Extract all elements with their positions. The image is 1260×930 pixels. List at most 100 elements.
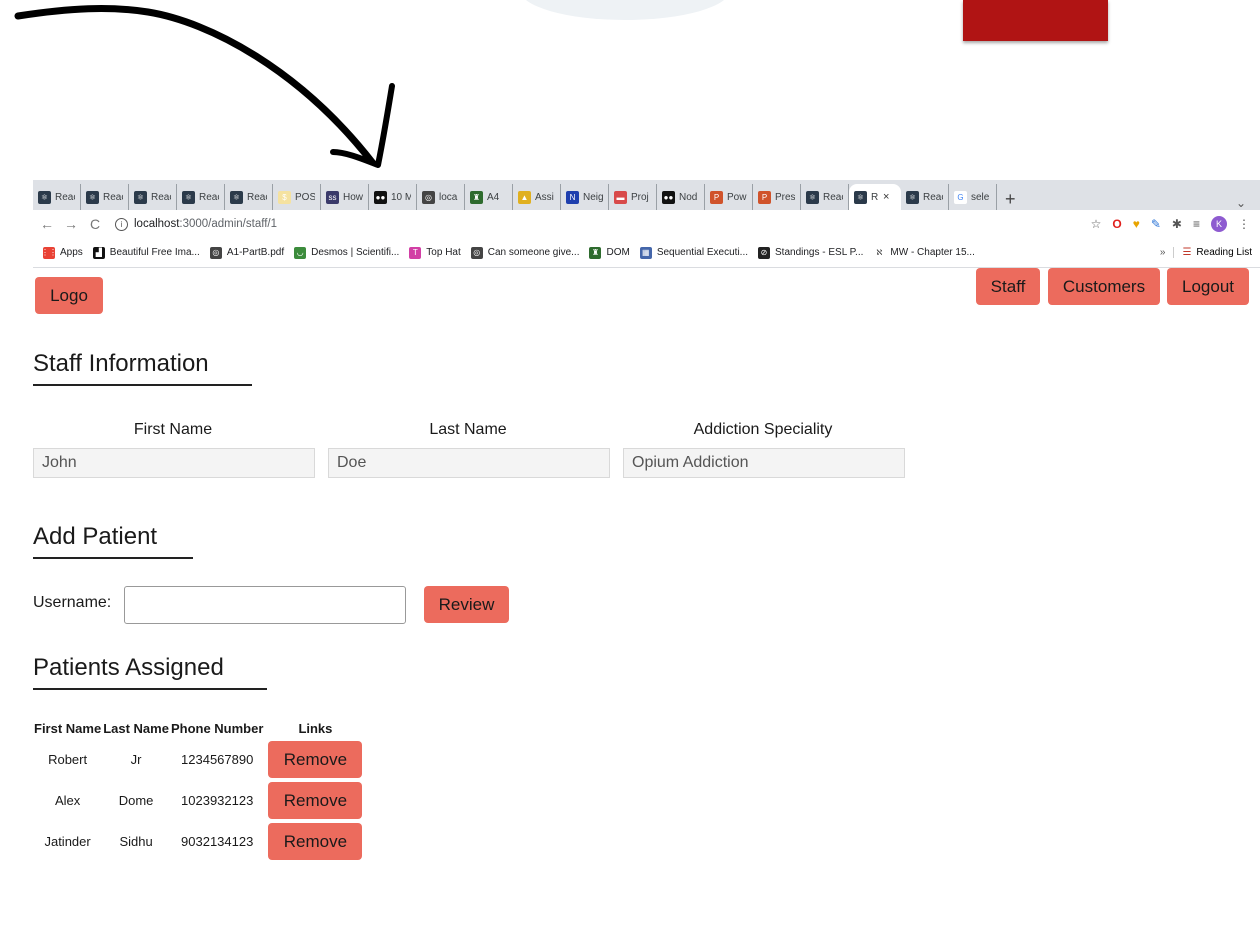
tab-favicon-icon: ss xyxy=(326,190,339,204)
browser-tab[interactable]: ⚛ Reac xyxy=(901,184,949,210)
speciality-field[interactable]: Opium Addiction xyxy=(623,448,905,478)
tab-label: Reac xyxy=(923,191,943,203)
patient-last-cell: Sidhu xyxy=(119,834,153,849)
browser-tab[interactable]: ⚛ Reac xyxy=(225,184,273,210)
app-page: Logo Staff Customers Logout Staff Inform… xyxy=(33,268,1260,930)
bookmark-item[interactable]: ⋮⋮ Apps xyxy=(41,246,83,259)
staff-nav-button[interactable]: Staff xyxy=(976,268,1040,305)
tab-search-icon[interactable]: ⌄ xyxy=(1236,196,1246,210)
bookmark-favicon-icon: ▟ xyxy=(92,246,105,259)
bookmark-item[interactable]: ◎ A1-PartB.pdf xyxy=(209,246,284,259)
reading-list-label: Reading List xyxy=(1196,247,1252,258)
logo-button[interactable]: Logo xyxy=(35,277,103,314)
bookmark-item[interactable]: ◎ Can someone give... xyxy=(470,246,579,259)
table-row: Robert Jr 1234567890 Remove xyxy=(33,739,366,780)
reload-icon[interactable]: C xyxy=(85,216,105,232)
username-label: Username: xyxy=(33,594,112,611)
bookmark-label: Desmos | Scientifi... xyxy=(311,247,400,258)
bookmark-item[interactable]: ◡ Desmos | Scientifi... xyxy=(294,246,400,259)
new-tab-icon[interactable]: + xyxy=(1005,189,1025,210)
browser-tab[interactable]: ⚛ R × xyxy=(849,184,901,210)
browser-tab[interactable]: ⚛ Reac xyxy=(81,184,129,210)
bookmark-item[interactable]: ♜ DOM xyxy=(589,246,630,259)
browser-tab[interactable]: ⚛ Reac xyxy=(129,184,177,210)
last-name-field[interactable]: Doe xyxy=(328,448,610,478)
bookmark-favicon-icon: ℵ xyxy=(873,246,886,259)
tab-label: 10 M xyxy=(391,191,411,203)
first-name-label: First Name xyxy=(133,421,213,438)
column-header: Links xyxy=(298,721,333,736)
tab-favicon-icon: $ xyxy=(278,190,291,204)
opera-extension-icon[interactable]: O xyxy=(1112,217,1121,231)
logout-button[interactable]: Logout xyxy=(1167,268,1249,305)
browser-tab[interactable]: ⚛ Reac xyxy=(801,184,849,210)
more-bookmarks-icon[interactable]: » xyxy=(1160,247,1166,258)
patient-first-cell: Jatinder xyxy=(44,834,91,849)
patient-last-cell: Dome xyxy=(118,793,154,808)
bookmark-star-icon[interactable]: ☆ xyxy=(1091,217,1102,231)
url-host: localhost xyxy=(134,218,180,230)
tab-strip: ⚛ Reac ⚛ Reac ⚛ Reac ⚛ Reac ⚛ Reac $ POS ss How ●● 10 M… xyxy=(33,180,1260,210)
back-icon[interactable]: ← xyxy=(37,216,57,232)
browser-tab[interactable]: ●● 10 M xyxy=(369,184,417,210)
table-row: Alex Dome 1023932123 Remove xyxy=(33,780,366,821)
tab-favicon-icon: P xyxy=(758,190,771,204)
browser-tab[interactable]: ⚛ Reac xyxy=(33,184,81,210)
patient-last-cell: Jr xyxy=(130,752,142,767)
first-name-field[interactable]: John xyxy=(33,448,315,478)
browser-tab[interactable]: P Pres xyxy=(753,184,801,210)
remove-button[interactable]: Remove xyxy=(268,741,363,778)
remove-button[interactable]: Remove xyxy=(268,823,363,860)
bookmark-favicon-icon: ▦ xyxy=(639,246,652,259)
bookmark-label: Sequential Executi... xyxy=(656,247,748,258)
patient-links-cell: Remove xyxy=(264,780,366,821)
puzzle-extensions-icon[interactable]: ✱ xyxy=(1172,217,1182,231)
forward-icon[interactable]: → xyxy=(61,216,81,232)
browser-tab[interactable]: Gsele xyxy=(949,184,997,210)
bookmark-item[interactable]: T Top Hat xyxy=(409,246,461,259)
bookmark-label: Beautiful Free Ima... xyxy=(109,247,200,258)
browser-tab[interactable]: ▲ Assi xyxy=(513,184,561,210)
browser-tab[interactable]: ◎ loca xyxy=(417,184,465,210)
tab-favicon-icon: G xyxy=(954,190,967,204)
media-queue-icon[interactable]: ≡ xyxy=(1193,217,1200,231)
browser-tab[interactable]: ss How xyxy=(321,184,369,210)
pen-extension-icon[interactable]: ✎ xyxy=(1151,217,1161,231)
tab-label: Reac xyxy=(151,191,171,203)
browser-tab[interactable]: ♜ A4 xyxy=(465,184,513,210)
tab-label: A4 xyxy=(487,191,500,203)
patients-table-header: First Name Last Name Phone Number Links xyxy=(33,718,366,739)
column-header: Phone Number xyxy=(170,721,264,736)
profile-avatar[interactable]: K xyxy=(1211,216,1227,232)
tab-favicon-icon: ▲ xyxy=(518,190,531,204)
browser-tab[interactable]: ⚛ Reac xyxy=(177,184,225,210)
bookmark-favicon-icon: ⋮⋮ xyxy=(41,246,57,259)
browser-menu-icon[interactable]: ⋮ xyxy=(1238,217,1250,231)
tab-label: sele xyxy=(971,191,990,203)
close-tab-icon[interactable]: × xyxy=(883,191,889,203)
bookmark-item[interactable]: ⊘ Standings - ESL P... xyxy=(758,246,863,259)
bookmark-item[interactable]: ▟ Beautiful Free Ima... xyxy=(92,246,200,259)
url-field[interactable]: i localhost:3000/admin/staff/1 xyxy=(115,217,1091,231)
tab-favicon-icon: ⚛ xyxy=(86,190,99,204)
bookmark-favicon-icon: T xyxy=(409,246,422,259)
browser-tab[interactable]: ●● Nod xyxy=(657,184,705,210)
browser-tab[interactable]: ▬ Proj xyxy=(609,184,657,210)
review-button[interactable]: Review xyxy=(424,586,509,623)
bookmark-item[interactable]: ▦ Sequential Executi... xyxy=(639,246,748,259)
reading-list-button[interactable]: ☰ Reading List xyxy=(1173,247,1252,258)
tab-favicon-icon: ●● xyxy=(374,190,387,204)
browser-tab[interactable]: N Neig xyxy=(561,184,609,210)
browser-tab[interactable]: $ POS xyxy=(273,184,321,210)
heart-extension-icon[interactable]: ♥ xyxy=(1133,217,1140,231)
remove-button[interactable]: Remove xyxy=(268,782,363,819)
tab-label: R xyxy=(871,191,879,203)
patients-table: First Name Last Name Phone Number Links Rob… xyxy=(33,718,366,862)
extensions-area: ☆ O ♥ ✎ ✱ ≡ K ⋮ xyxy=(1091,216,1250,232)
username-input[interactable] xyxy=(124,586,406,624)
customers-nav-button[interactable]: Customers xyxy=(1048,268,1160,305)
site-info-icon[interactable]: i xyxy=(115,217,128,231)
bookmark-item[interactable]: ℵ MW - Chapter 15... xyxy=(873,246,975,259)
browser-tab[interactable]: P Pow xyxy=(705,184,753,210)
reading-list-icon: ☰ xyxy=(1182,247,1192,258)
